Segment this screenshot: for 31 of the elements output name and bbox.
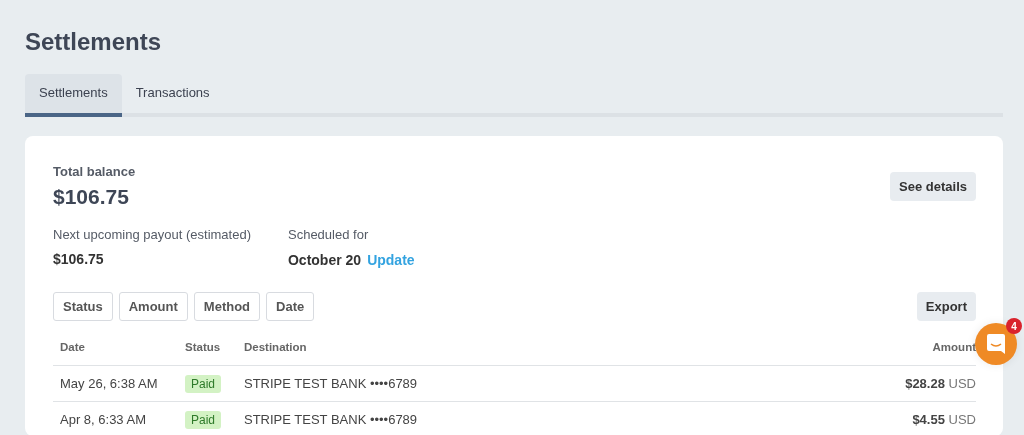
column-header: Date <box>60 341 85 353</box>
amount-value: $4.55 <box>912 412 945 427</box>
notification-badge: 4 <box>1006 318 1022 334</box>
amount-value: $28.28 <box>905 376 945 391</box>
column-header: Destination <box>244 341 307 353</box>
filter-button[interactable]: Method <box>193 292 261 321</box>
status-badge: Paid <box>185 375 222 393</box>
table-cell: STRIPE TEST BANK ••••6789 <box>237 401 753 435</box>
balance-label: Total balance <box>53 164 136 179</box>
balance-amount: $106.75 <box>53 185 129 209</box>
filter-button[interactable]: Status <box>53 292 113 321</box>
currency-label: USD <box>948 412 976 427</box>
table-cell: Apr 8, 6:33 AM <box>53 401 178 435</box>
see-details-button[interactable]: See details <box>890 172 976 201</box>
status-badge: Paid <box>185 411 222 429</box>
filter-button[interactable]: Amount <box>118 292 188 321</box>
column-header: Status <box>185 341 221 353</box>
schedule-label: Scheduled for <box>288 227 369 242</box>
filter-button[interactable]: Date <box>266 292 315 321</box>
export-button[interactable]: Export <box>916 292 976 321</box>
page-title: Settlements <box>25 28 162 56</box>
currency-label: USD <box>948 376 976 391</box>
payout-amount: $106.75 <box>53 251 104 267</box>
column-header: Amount <box>932 341 976 353</box>
table-cell: STRIPE TEST BANK ••••6789 <box>237 365 753 402</box>
schedule-date: October 20 <box>288 252 362 268</box>
chat-icon <box>986 333 1006 355</box>
tab[interactable]: Settlements <box>25 74 122 117</box>
payout-label: Next upcoming payout (estimated) <box>53 227 251 242</box>
table-cell: May 26, 6:38 AM <box>53 365 178 402</box>
tab[interactable]: Transactions <box>121 74 224 117</box>
